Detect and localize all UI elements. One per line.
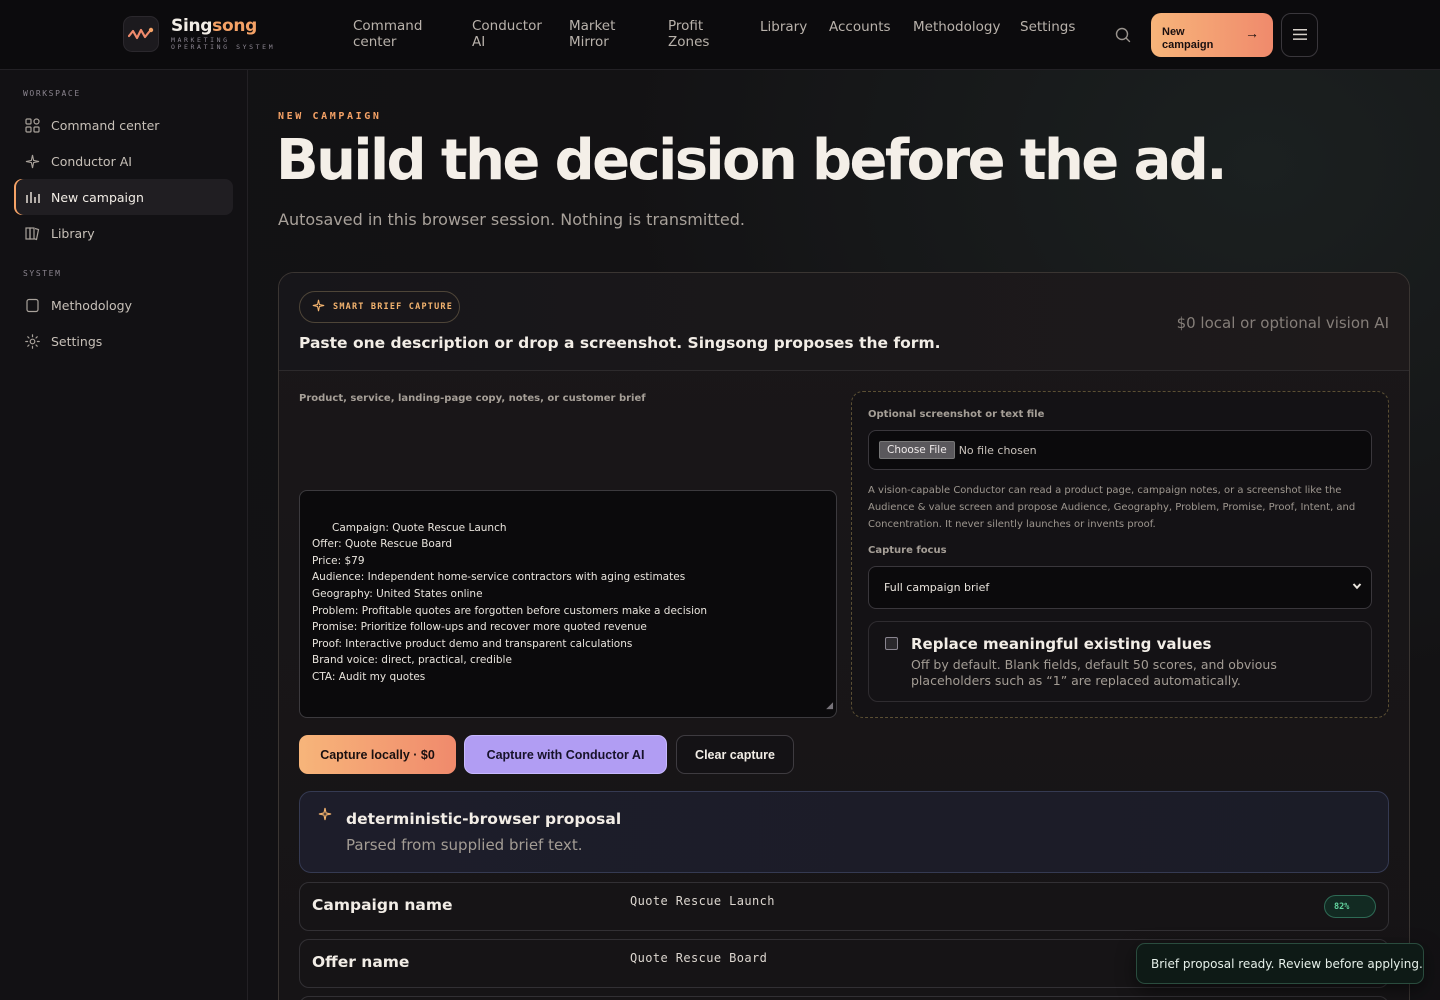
sidebar-item-label: Settings — [51, 333, 103, 349]
field-value: Quote Rescue Board — [630, 951, 768, 965]
arrow-right-icon: → — [1245, 25, 1259, 41]
brief-label: Product, service, landing-page copy, not… — [299, 393, 646, 404]
replace-values-checkbox[interactable] — [885, 637, 898, 650]
nav-library[interactable]: Library — [760, 19, 807, 35]
brand-tagline: MARKETING OPERATING SYSTEM — [171, 36, 276, 51]
sparkle-icon — [318, 806, 332, 825]
sidebar: WORKSPACE Command center Conductor AI Ne… — [0, 70, 248, 1000]
page-eyebrow: NEW CAMPAIGN — [278, 111, 382, 122]
resize-handle-icon[interactable]: ◢ — [826, 698, 833, 715]
sidebar-item-label: New campaign — [51, 189, 144, 205]
proposal-title: deterministic-browser proposal — [346, 810, 622, 828]
sidebar-item-command-center[interactable]: Command center — [14, 107, 233, 143]
sparkle-icon — [312, 299, 325, 315]
field-row-campaign-name[interactable]: Campaign name Quote Rescue Launch 82% — [299, 882, 1389, 931]
file-description: A vision-capable Conductor can read a pr… — [868, 485, 1356, 530]
book-icon — [24, 225, 40, 241]
search-icon[interactable] — [1114, 26, 1132, 48]
file-label: Optional screenshot or text file — [868, 409, 1045, 420]
sidebar-item-label: Conductor AI — [51, 153, 132, 169]
sidebar-item-label: Command center — [51, 117, 160, 133]
sidebar-item-label: Methodology — [51, 297, 132, 313]
sidebar-item-settings[interactable]: Settings — [14, 323, 233, 359]
chevron-down-icon — [1352, 581, 1362, 594]
nav-command-center[interactable]: Command center — [353, 18, 433, 50]
nav-settings[interactable]: Settings — [1020, 19, 1075, 35]
sidebar-item-label: Library — [51, 225, 95, 241]
proposal-description: Parsed from supplied brief text. — [346, 836, 583, 854]
field-name: Campaign name — [312, 896, 453, 914]
replace-values-title: Replace meaningful existing values — [911, 635, 1212, 653]
hamburger-icon — [1292, 28, 1307, 43]
sidebar-item-conductor-ai[interactable]: Conductor AI — [14, 143, 233, 179]
toast-notification: Brief proposal ready. Review before appl… — [1136, 943, 1424, 984]
capture-title: Paste one description or drop a screensh… — [299, 334, 941, 352]
gear-icon — [24, 333, 40, 349]
field-row-next[interactable] — [299, 996, 1389, 1000]
menu-button[interactable] — [1281, 13, 1318, 57]
waveform-logo-icon — [123, 16, 159, 52]
field-name: Offer name — [312, 953, 410, 971]
page-title: Build the decision before the ad. — [276, 128, 1228, 193]
replace-values-option: Replace meaningful existing values Off b… — [868, 621, 1372, 702]
file-status: No file chosen — [958, 443, 1037, 457]
nav-conductor-ai[interactable]: Conductor AI — [472, 18, 542, 50]
nav-accounts[interactable]: Accounts — [829, 19, 891, 35]
page-subtitle: Autosaved in this browser session. Nothi… — [278, 210, 745, 229]
file-input[interactable]: Choose File No file chosen — [868, 430, 1372, 470]
nav-market-mirror[interactable]: Market Mirror — [569, 18, 629, 50]
sidebar-item-methodology[interactable]: Methodology — [14, 287, 233, 323]
choose-file-button[interactable]: Choose File — [879, 441, 955, 459]
main-content: NEW CAMPAIGN Build the decision before t… — [248, 70, 1440, 1000]
capture-with-ai-button[interactable]: Capture with Conductor AI — [464, 735, 667, 774]
file-drop-zone[interactable]: Optional screenshot or text file Choose … — [851, 391, 1389, 718]
grid-icon — [24, 117, 40, 133]
sidebar-item-new-campaign[interactable]: New campaign — [14, 179, 233, 215]
replace-values-description: Off by default. Blank fields, default 50… — [911, 657, 1277, 688]
capture-locally-button[interactable]: Capture locally · $0 — [299, 735, 456, 774]
new-campaign-button[interactable]: New campaign → — [1151, 13, 1273, 57]
cost-note: $0 local or optional vision AI — [1176, 314, 1389, 332]
sidebar-heading-system: SYSTEM — [23, 269, 62, 278]
nav-methodology[interactable]: Methodology — [913, 19, 1000, 35]
brief-textarea[interactable]: Campaign: Quote Rescue Launch Offer: Quo… — [299, 490, 837, 718]
clear-capture-button[interactable]: Clear capture — [676, 735, 794, 774]
proposal-card: deterministic-browser proposal Parsed fr… — [299, 791, 1389, 873]
sparkle-icon — [24, 153, 40, 169]
brand-logo[interactable]: Singsong MARKETING OPERATING SYSTEM — [123, 16, 291, 52]
doc-icon — [24, 297, 40, 313]
sidebar-item-library[interactable]: Library — [14, 215, 233, 251]
brand-name: Singsong — [171, 16, 258, 36]
top-navigation: Singsong MARKETING OPERATING SYSTEM Comm… — [0, 0, 1440, 70]
sidebar-heading-workspace: WORKSPACE — [23, 89, 81, 98]
capture-focus-select[interactable]: Full campaign brief — [868, 566, 1372, 609]
field-value: Quote Rescue Launch — [630, 894, 775, 908]
smart-brief-capture-panel: SMART BRIEF CAPTURE Paste one descriptio… — [278, 272, 1410, 1000]
bar-chart-icon — [24, 189, 40, 205]
confidence-badge: 82% — [1324, 895, 1376, 918]
nav-profit-zones[interactable]: Profit Zones — [668, 18, 728, 50]
panel-header: SMART BRIEF CAPTURE Paste one descriptio… — [279, 273, 1409, 371]
smart-brief-capture-badge: SMART BRIEF CAPTURE — [299, 291, 460, 323]
capture-focus-label: Capture focus — [868, 545, 947, 556]
